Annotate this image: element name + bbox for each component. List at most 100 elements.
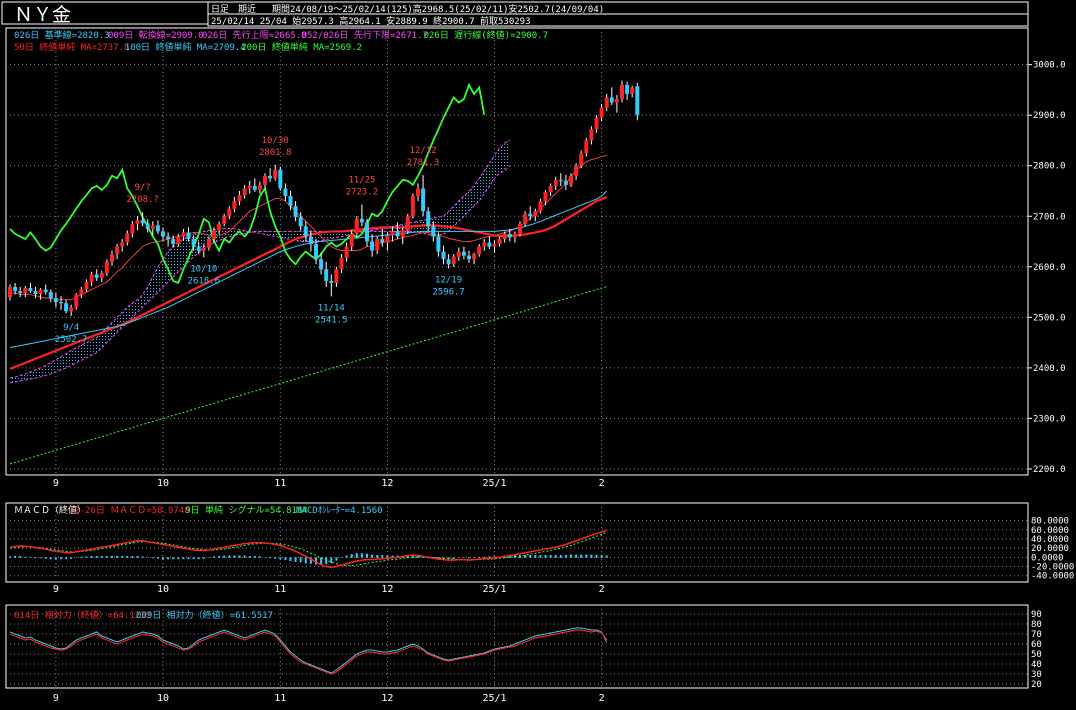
- candle-body: [79, 289, 84, 295]
- x-tick-label: 10: [157, 478, 169, 489]
- candle-body: [553, 179, 558, 186]
- legend-row-1: 026日 基準線=2820.3009日 転換線=2909.0026日 先行上限=…: [14, 29, 548, 41]
- candle-body: [518, 223, 522, 234]
- rsi9-line: [9, 627, 608, 674]
- macd-tick-label: 40.0000: [1031, 535, 1069, 545]
- mode-label: 日足 期近: [211, 3, 256, 15]
- x-tick-label-rsi: 25/1: [482, 693, 506, 704]
- candle-body: [569, 175, 573, 185]
- legend-rsi: 014日 相対力（終値）=64.1232009日 相対力（終値）=61.5517: [14, 609, 273, 621]
- price-tick-label: 2400.0: [1033, 364, 1066, 374]
- candle-body: [33, 291, 38, 295]
- candle-body: [115, 246, 120, 255]
- candle-body: [69, 307, 74, 312]
- candle-body: [334, 269, 339, 283]
- candle-body: [538, 201, 543, 212]
- annotation-label: 9/4: [63, 323, 79, 333]
- candle-body: [497, 238, 502, 245]
- candle-body: [176, 236, 181, 245]
- x-tick-label: 25/1: [482, 478, 506, 489]
- candle-body: [375, 238, 380, 251]
- candle-body: [171, 238, 176, 245]
- rsi-tick-label: 40: [1031, 660, 1042, 670]
- candle-body: [53, 298, 58, 303]
- candle-body: [298, 217, 303, 227]
- x-tick-label-macd: 25/1: [482, 584, 506, 595]
- line-200日 MA: [9, 286, 607, 465]
- candle-body: [477, 246, 482, 255]
- indicator-lines: [9, 82, 608, 465]
- macd-tick-label: 60.0000: [1031, 526, 1069, 536]
- candle-body: [43, 289, 48, 293]
- annotation-label: 2541.5: [315, 315, 348, 325]
- legend-item: 12-26日 ＭＡＣＤ=58.9748: [69, 505, 190, 516]
- candle-body: [502, 233, 507, 239]
- candle-body: [599, 107, 604, 118]
- candle-body: [436, 236, 441, 252]
- annotation-label: 12/19: [435, 275, 462, 285]
- chart-stage: ＮＹ金 日足 期近 期間24/08/19～25/02/14(125)高2968.…: [0, 0, 1076, 706]
- candle-body: [461, 251, 466, 256]
- candle-body: [64, 303, 69, 312]
- candle-body: [625, 84, 630, 94]
- candle-body: [135, 220, 140, 225]
- candle-body: [528, 213, 533, 217]
- candle-body: [293, 206, 298, 218]
- candle-body: [390, 231, 395, 236]
- annotation-label: 10/10: [190, 264, 217, 274]
- legend-item: 009日 転換線=2909.0: [108, 29, 204, 41]
- candle-body: [584, 140, 589, 154]
- candle-body: [222, 216, 227, 224]
- candle-body: [492, 244, 497, 247]
- candle-body: [385, 235, 390, 243]
- candle-body: [161, 231, 165, 237]
- x-tick-label: 12: [381, 478, 393, 489]
- x-tick-label-rsi: 2: [599, 693, 605, 704]
- x-tick-label-rsi: 11: [274, 693, 286, 704]
- candle-body: [558, 179, 563, 181]
- macd-tick-label: 20.0000: [1031, 544, 1069, 554]
- candle-body: [354, 218, 359, 234]
- candle-body: [365, 222, 369, 242]
- candle-body: [324, 269, 329, 281]
- candle-body: [594, 117, 599, 130]
- x-tick-label-rsi: 12: [381, 693, 393, 704]
- annotation-label: 2596.7: [432, 287, 465, 297]
- rsi-tick-label: 60: [1031, 640, 1042, 650]
- candle-body: [252, 185, 257, 190]
- candle-body: [574, 165, 579, 176]
- ohlc-line: 25/02/14 25/04 始2957.3 高2964.1 安2889.9 終…: [211, 15, 531, 27]
- candle-body: [110, 254, 114, 262]
- macd-panel: [9, 529, 608, 569]
- candle-body: [89, 274, 94, 282]
- x-tick-label-rsi: 9: [53, 693, 59, 704]
- candle-body: [441, 251, 446, 260]
- legend-item: 026日 遅行線(終値)=2900.7: [424, 29, 548, 41]
- candle-body: [548, 185, 553, 192]
- candle-body: [349, 233, 354, 247]
- candle-body: [232, 201, 237, 209]
- candle-body: [451, 256, 456, 265]
- macd-tick-label: 80.0000: [1031, 517, 1069, 527]
- legend-item: 014日 相対力（終値）=64.1232: [14, 609, 151, 621]
- candle-body: [609, 97, 614, 103]
- candle-body: [278, 169, 283, 189]
- candle-body: [303, 226, 308, 237]
- legend-item: 200日 終値単純 MA=2569.2: [241, 41, 362, 53]
- candle-body: [227, 208, 232, 217]
- candle-body: [405, 216, 410, 231]
- candle-body: [487, 242, 492, 247]
- candle-body: [273, 169, 278, 179]
- candle-body: [181, 232, 186, 237]
- rsi-tick-label: 50: [1031, 650, 1042, 660]
- rsi-tick-label: 80: [1031, 620, 1042, 630]
- instrument-title: ＮＹ金: [14, 4, 71, 26]
- x-tick-label: 9: [53, 478, 59, 489]
- candle-body: [23, 288, 28, 294]
- candle-body: [339, 257, 344, 270]
- candle-body: [217, 223, 222, 231]
- candle-body: [620, 84, 624, 100]
- axes: 2200.02300.02400.02500.02600.02700.02800…: [53, 61, 1074, 704]
- candle-body: [614, 99, 619, 103]
- candle-body: [410, 196, 415, 217]
